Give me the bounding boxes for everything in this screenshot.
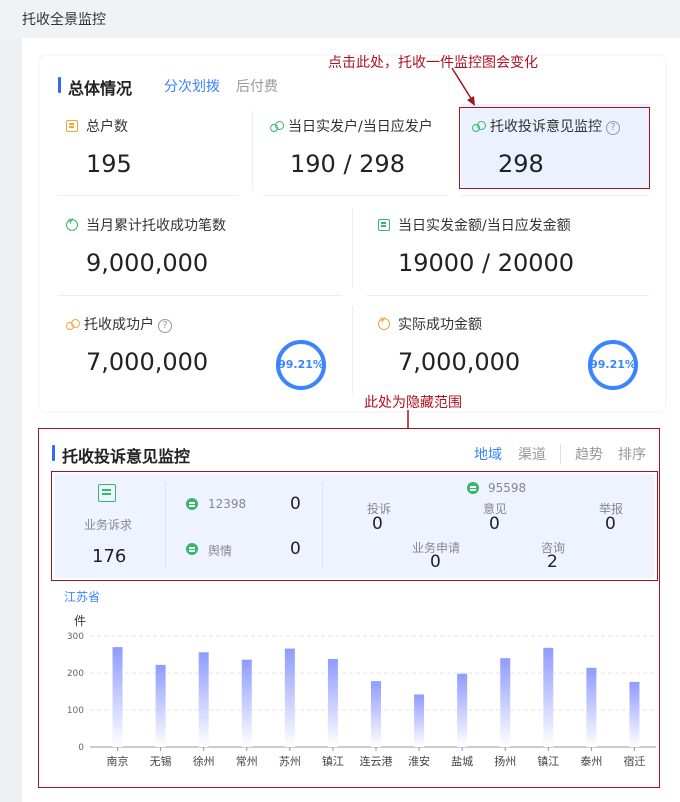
divider [262,195,448,196]
x-tick-label: 南京 [107,754,129,768]
divider [366,295,649,296]
bar-镇江[interactable] [327,658,338,747]
metric-value: 9,000,000 [86,249,209,277]
annotation-box-stats [51,471,658,581]
metric-value: 190 / 298 [290,150,405,178]
hotline-item-value: 0 [605,514,616,534]
x-tick-label: 徐州 [193,754,215,768]
x-tick-label: 淮安 [408,754,430,768]
divider [165,482,166,570]
x-tick-label: 镇江 [537,754,559,768]
hotline-item-value: 0 [372,514,383,534]
annotation-arrow-top [451,67,475,106]
ring-percent: 99.21% [278,358,324,371]
tab-sort[interactable]: 排序 [618,444,646,464]
hotline-item-value: 2 [547,552,558,572]
channel-value: 0 [290,539,301,559]
annotation-box-top [459,107,650,189]
bar-无锡[interactable] [155,664,166,747]
coin-icon [66,217,78,231]
divider [322,482,323,570]
x-tick-label: 无锡 [150,754,172,768]
business-value: 176 [92,546,127,567]
x-tick-label: 常州 [236,755,258,768]
document-icon [98,484,116,502]
person-icon [186,543,198,555]
bar-连云港[interactable] [371,681,381,747]
x-tick-label: 扬州 [494,754,516,768]
metric-value: 7,000,000 [398,348,521,376]
bar-泰州[interactable] [586,667,597,747]
document-icon [66,120,78,132]
divider [58,295,342,296]
bar-苏州[interactable] [284,648,295,747]
x-tick-label: 泰州 [580,754,602,768]
bar-淮安[interactable] [414,694,425,747]
coin-icon [378,316,390,330]
users-icon [270,121,284,132]
overview-title: 总体情况 [58,75,132,99]
bar-盐城[interactable] [457,673,468,747]
complaint-title: 托收投诉意见监控 [52,443,190,467]
chat-icon [186,498,198,510]
y-tick-label: 200 [67,669,84,679]
top-bar: 托收全景监控 [0,0,680,38]
tab-postpaid[interactable]: 后付费 [236,76,278,96]
annotation-click-hint: 点击此处，托收一件监控图会变化 [328,55,538,71]
divider [352,306,353,394]
y-tick-label: 100 [67,706,84,716]
divider [58,195,238,196]
divider [252,110,253,190]
tab-region[interactable]: 地域 [474,444,502,464]
hotline-item-value: 0 [430,552,441,572]
divider [560,444,561,464]
divider [461,195,649,196]
bar-宿迁[interactable] [629,681,640,747]
users-icon [66,319,80,330]
x-tick-label: 镇江 [322,754,344,768]
metric-value: 19000 / 20000 [398,249,575,277]
bar-常州[interactable] [241,659,252,747]
phone-icon [467,482,479,494]
bar-徐州[interactable] [198,652,209,747]
channel-value: 0 [290,494,301,514]
metric-value: 7,000,000 [86,348,209,376]
tab-installment[interactable]: 分次划拨 [164,76,220,96]
chart-title[interactable]: 江苏省 [64,588,100,605]
x-tick-label: 宿迁 [623,754,645,768]
document-icon [378,219,390,231]
bar-chart: 0 100 200 300 南京 无锡 徐州 常州 苏州 镇江 连云港 淮安 盐城 扬州 镇江 泰州 宿迁 [67,632,656,768]
help-icon[interactable]: ? [158,319,172,333]
x-tick-label: 苏州 [279,755,301,768]
business-label: 业务诉求 [84,518,133,532]
bar-扬州[interactable] [500,658,511,747]
x-tick-label: 连云港 [360,755,393,768]
page-title: 托收全景监控 [22,12,106,28]
ring-percent: 99.21% [590,358,636,371]
tab-channel[interactable]: 渠道 [518,444,546,464]
channel-label: 12398 [208,497,247,511]
y-tick-label: 300 [67,632,84,642]
metric-value: 195 [86,150,132,178]
amount-rate-ring: 99.21% [586,338,640,392]
tab-trend[interactable]: 趋势 [575,444,603,464]
success-rate-ring: 99.21% [274,338,328,392]
bar-南京[interactable] [112,647,123,747]
bar-镇江[interactable] [543,647,554,747]
divider [352,208,353,288]
x-tick-label: 盐城 [451,755,473,768]
y-tick-label: 0 [78,743,84,753]
hotline-item-value: 0 [489,514,500,534]
hotline-label: 95598 [488,481,527,495]
channel-label: 舆情 [208,544,233,558]
